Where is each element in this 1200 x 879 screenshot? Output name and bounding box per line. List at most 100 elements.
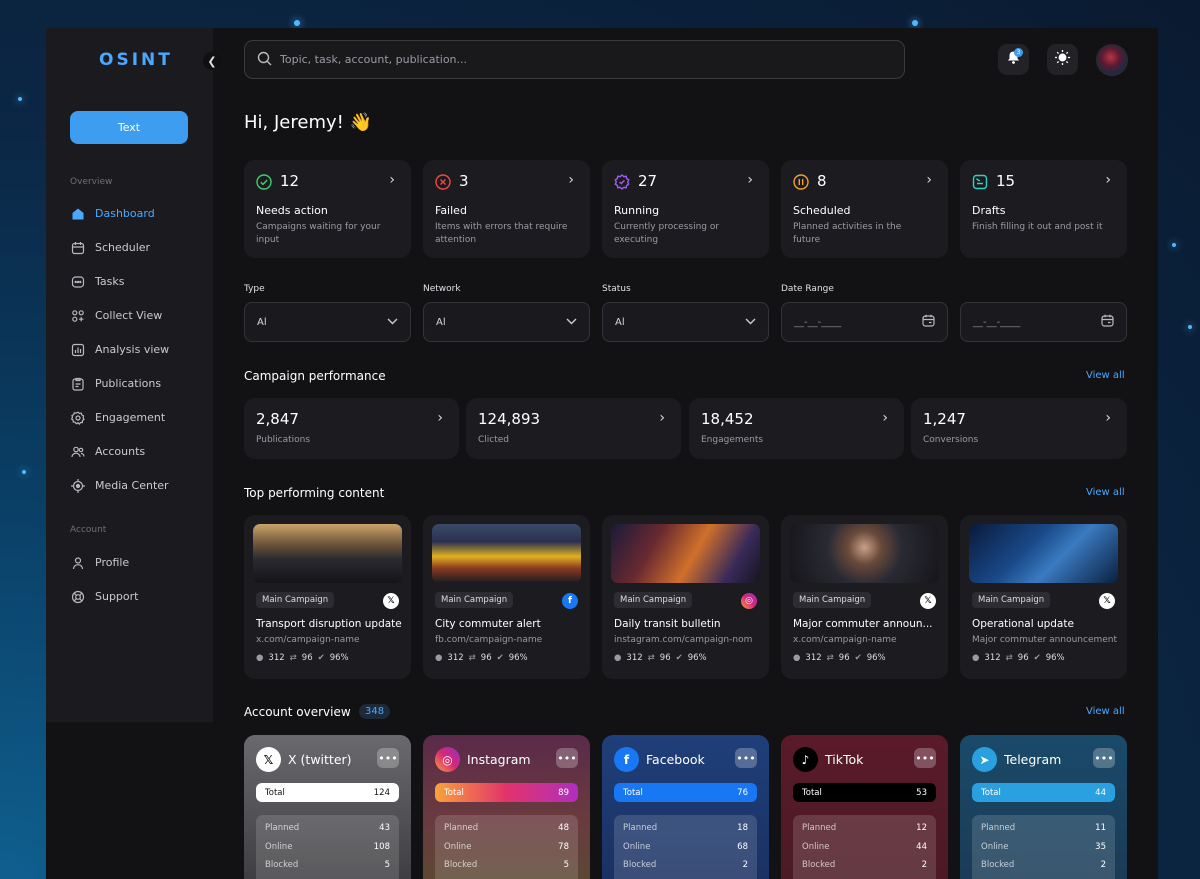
chevron-right-icon: › (1105, 172, 1111, 188)
status-select[interactable]: Al (602, 302, 769, 342)
search-icon (257, 51, 272, 69)
chevron-left-icon: ❮ (207, 54, 217, 68)
performance-value: 18,452 (701, 410, 754, 428)
sidebar-item-scheduler[interactable]: Scheduler (70, 240, 150, 255)
sidebar-item-dashboard[interactable]: Dashboard (70, 206, 155, 221)
more-options-button[interactable]: ••• (914, 748, 936, 768)
content-card[interactable]: Main Campaign 𝕏 Operational update Major… (960, 515, 1127, 679)
stat-value: 3 (459, 172, 469, 190)
stat-card-running[interactable]: 27 › Running Currently processing or exe… (602, 160, 769, 258)
stat-card-scheduled[interactable]: 8 › Scheduled Planned activities in the … (781, 160, 948, 258)
performance-card-conversions[interactable]: 1,247 Conversions › (911, 398, 1127, 459)
type-select[interactable]: Al (244, 302, 411, 342)
content-url: x.com/campaign-name (256, 635, 360, 645)
performance-value: 124,893 (478, 410, 541, 428)
sidebar-item-analysis-view[interactable]: Analysis view (70, 342, 169, 357)
repost-icon: ⇄ (826, 653, 834, 663)
performance-card-engagements[interactable]: 18,452 Engagements › (689, 398, 904, 459)
grid-plus-icon (70, 308, 85, 323)
stat-description: Currently processing or executing (614, 222, 720, 245)
performance-view-all-link[interactable]: View all (1086, 370, 1125, 381)
chat-bubble-icon (70, 274, 85, 289)
date-end-field[interactable]: __-__-____ (960, 302, 1127, 342)
sidebar-item-media-center[interactable]: Media Center (70, 478, 169, 493)
sidebar-item-label: Profile (95, 556, 130, 569)
performance-label: Clicted (478, 435, 510, 445)
account-card-x[interactable]: 𝕏 X (twitter) ••• Total 124 Planned 43 Onl… (244, 735, 411, 879)
performance-label: Engagements (701, 435, 764, 445)
content-thumbnail (611, 524, 760, 583)
calendar-icon (1101, 314, 1114, 330)
sidebar: OSINT Text Overview Dashboard Scheduler … (46, 28, 213, 722)
content-card[interactable]: Main Campaign ◎ Daily transit bulletin i… (602, 515, 769, 679)
account-count-badge: 348 (359, 704, 391, 719)
content-stats: ● 312 ⇄ 96 ✔ 96% (972, 653, 1065, 663)
account-network-name: Instagram (467, 752, 531, 767)
background-sparkle (294, 20, 300, 26)
sidebar-item-accounts[interactable]: Accounts (70, 444, 145, 459)
account-card-telegram[interactable]: ➤ Telegram ••• Total 44 Planned 11 Online 3… (960, 735, 1127, 879)
check-badge-icon: ✔ (854, 653, 862, 663)
content-card[interactable]: Main Campaign f City commuter alert fb.c… (423, 515, 590, 679)
accounts-view-all-link[interactable]: View all (1086, 706, 1125, 717)
total-bar: Total 44 (972, 783, 1115, 802)
greeting: Hi, Jeremy! 👋 (244, 112, 372, 133)
target-icon (70, 478, 85, 493)
account-network-name: Facebook (646, 752, 705, 767)
sun-icon (1054, 49, 1071, 70)
sidebar-item-profile[interactable]: Profile (70, 555, 129, 570)
stat-card-failed[interactable]: 3 › Failed Items with errors that requir… (423, 160, 590, 258)
content-thumbnail (253, 524, 402, 583)
account-card-instagram[interactable]: ◎ Instagram ••• Total 89 Planned 48 Online… (423, 735, 590, 879)
content-url: instagram.com/campaign-nom (614, 635, 753, 645)
stat-description: Items with errors that require attention (435, 222, 568, 245)
more-options-button[interactable]: ••• (1093, 748, 1115, 768)
stat-value: 15 (996, 172, 1016, 190)
chevron-right-icon: › (747, 172, 753, 188)
search-input[interactable]: Topic, task, account, publication... (280, 53, 467, 66)
account-network-name: X (twitter) (288, 752, 352, 767)
sidebar-item-support[interactable]: Support (70, 589, 138, 604)
type-filter-label: Type (244, 284, 265, 294)
search-bar[interactable]: Topic, task, account, publication... (244, 40, 905, 79)
stat-card-needs-action[interactable]: 12 › Needs action Campaigns waiting for … (244, 160, 411, 258)
more-options-button[interactable]: ••• (556, 748, 578, 768)
sidebar-item-label: Engagement (95, 411, 166, 424)
x-logo-icon: 𝕏 (1099, 593, 1115, 609)
content-title: Operational update (972, 618, 1074, 630)
comment-icon: ● (793, 653, 801, 663)
account-card-facebook[interactable]: f Facebook ••• Total 76 Planned 18 Online 6… (602, 735, 769, 879)
network-select[interactable]: Al (423, 302, 590, 342)
content-title: City commuter alert (435, 618, 541, 630)
date-start-field[interactable]: __-__-____ (781, 302, 948, 342)
performance-card-publications[interactable]: 2,847 Publications › (244, 398, 459, 459)
facebook-logo-icon: f (614, 747, 639, 772)
support-icon (70, 589, 85, 604)
stat-card-drafts[interactable]: 15 › Drafts Finish filling it out and po… (960, 160, 1127, 258)
sidebar-item-label: Accounts (95, 445, 146, 458)
sidebar-item-tasks[interactable]: Tasks (70, 274, 124, 289)
more-options-button[interactable]: ••• (377, 748, 399, 768)
content-card[interactable]: Main Campaign 𝕏 Transport disruption upd… (244, 515, 411, 679)
more-options-button[interactable]: ••• (735, 748, 757, 768)
instagram-logo-icon: ◎ (435, 747, 460, 772)
account-card-tiktok[interactable]: ♪ TikTok ••• Total 53 Planned 12 Online 44 … (781, 735, 948, 879)
content-stats: ● 312 ⇄ 96 ✔ 96% (435, 653, 528, 663)
telegram-logo-icon: ➤ (972, 747, 997, 772)
comment-icon: ● (256, 653, 264, 663)
primary-text-button[interactable]: Text (70, 111, 188, 144)
avatar[interactable] (1096, 44, 1128, 76)
performance-card-clicted[interactable]: 124,893 Clicted › (466, 398, 681, 459)
sidebar-item-collect-view[interactable]: Collect View (70, 308, 162, 323)
content-card[interactable]: Main Campaign 𝕏 Major commuter announ...… (781, 515, 948, 679)
stat-title: Scheduled (793, 204, 851, 217)
collapse-sidebar-button[interactable]: ❮ (203, 52, 221, 70)
sidebar-item-engagement[interactable]: Engagement (70, 410, 165, 425)
home-icon (70, 206, 85, 221)
theme-toggle-button[interactable] (1047, 44, 1078, 75)
sidebar-item-publications[interactable]: Publications (70, 376, 161, 391)
repost-icon: ⇄ (289, 653, 297, 663)
notifications-button[interactable]: 3 (998, 44, 1029, 75)
top-content-view-all-link[interactable]: View all (1086, 487, 1125, 498)
check-badge-icon: ✔ (1033, 653, 1041, 663)
